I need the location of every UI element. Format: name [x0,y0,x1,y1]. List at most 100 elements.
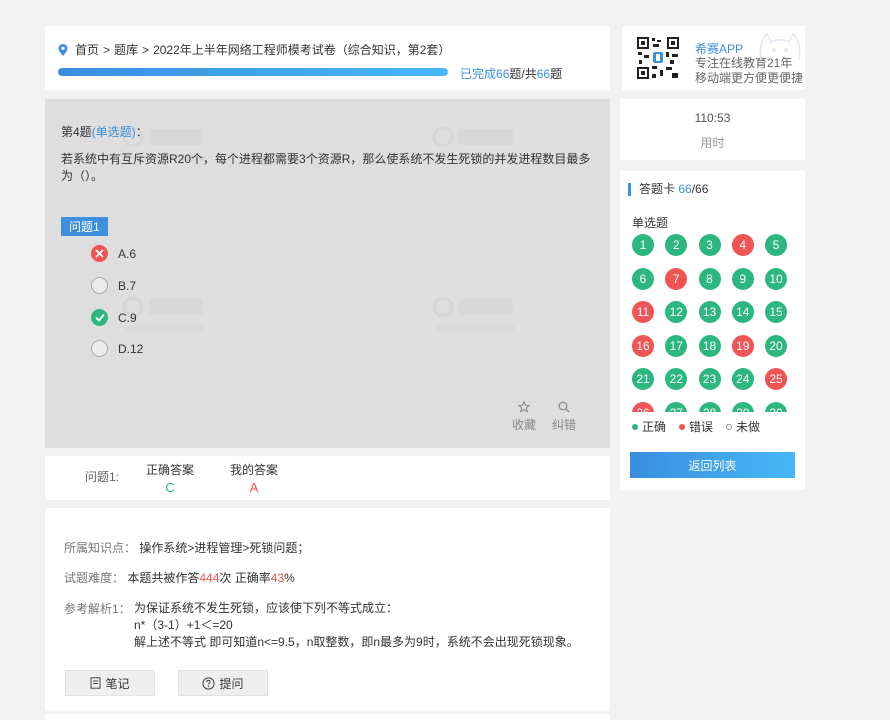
search-icon [558,401,570,413]
question-number-grid: 1 2 3 4 5 6 7 8 9 10 11 12 13 14 15 16 17 18 19 20 21 22 23 24 2… [632,234,802,412]
card-question-6[interactable]: 6 [632,267,654,290]
legend-wrong: 错误 [679,418,713,435]
my-answer-title: 我的答案 [230,463,279,477]
check-mark-icon [91,309,108,326]
question-number: 第4题 [61,125,92,139]
knowledge-key: 所属知识点： [64,541,137,555]
progress-text: 已完成66题/共66题 [460,65,562,82]
my-answer-value: A [249,480,259,495]
ask-button[interactable]: 提问 [178,670,268,696]
app-subtitle-line2: 移动端更方便更便捷 [695,71,804,85]
knowledge-point: 所属知识点： 操作系统>进程管理>死锁问题； [64,539,309,556]
option-d[interactable]: D.12 [91,340,143,357]
card-question-27[interactable]: 27 [665,401,688,412]
card-title-text: 答题卡 [639,182,676,196]
card-question-5[interactable]: 5 [765,234,787,256]
card-question-26[interactable]: 26 [632,401,654,412]
option-a-text: A.6 [118,246,137,261]
card-question-24[interactable]: 24 [731,368,754,390]
difficulty-key: 试题难度： [64,571,125,585]
legend-right: 正确 [632,418,666,435]
progress-bar [58,68,448,76]
note-button[interactable]: 笔记 [65,670,155,696]
question-panel: 第4题(单选题)： 若系统中有互斥资源R20个，每个进程都需要3个资源R，那么使… [45,99,610,448]
progress-prefix: 已完成 [460,67,497,81]
card-question-19[interactable]: 19 [731,334,754,357]
card-question-12[interactable]: 12 [665,301,688,323]
card-question-30[interactable]: 30 [765,401,787,412]
knowledge-value: 操作系统>进程管理>死锁问题； [139,541,310,555]
app-subtitle: 专注在线教育21年 移动端更方便更便捷 [695,56,807,86]
reference-analysis: 参考解析1： [64,600,131,617]
card-section-title: 单选题 [632,216,669,230]
answer-question-label: 问题1: [85,470,120,484]
reference-line: n*（3-1）+1＜=20 [134,618,233,632]
correct-error-button[interactable]: 纠错 [549,401,579,433]
card-total-count: /66 [691,182,709,196]
option-a[interactable]: A.6 [91,245,136,262]
card-question-29[interactable]: 29 [731,401,754,412]
note-button-label: 笔记 [105,676,130,691]
card-question-3[interactable]: 3 [698,234,721,256]
option-c[interactable]: C.9 [91,309,137,326]
option-b[interactable]: B.7 [91,277,136,294]
answer-panel: 问题1: 正确答案 C 我的答案 A [45,456,610,500]
collect-label: 收藏 [511,418,536,432]
option-d-text: D.12 [118,341,144,356]
star-icon [518,401,530,413]
breadcrumb-paper: 2022年上半年网络工程师模考试卷（综合知识，第2套） [153,43,451,57]
card-question-1[interactable]: 1 [632,234,654,256]
card-question-23[interactable]: 23 [698,368,721,390]
breadcrumb-home[interactable]: 首页 [75,41,99,58]
analysis-panel: 所属知识点： 操作系统>进程管理>死锁问题； 试题难度： 本题共被作答444次 … [45,508,610,711]
card-question-28[interactable]: 28 [698,401,721,412]
reference-key: 参考解析1： [64,602,131,616]
breadcrumb-separator: > [103,42,111,57]
question-header: 第4题(单选题)： [61,123,148,140]
question-type: (单选题) [91,125,136,139]
card-question-22[interactable]: 22 [665,368,688,390]
sub-question-label: 问题1 [61,217,108,236]
breadcrumb: 首页 > 题库 > 2022年上半年网络工程师模考试卷（综合知识，第2套） [58,41,454,58]
card-question-4[interactable]: 4 [731,234,754,256]
card-question-7[interactable]: 7 [665,267,688,290]
progress-suffix: 题 [550,67,563,81]
card-question-10[interactable]: 10 [765,267,787,290]
card-question-14[interactable]: 14 [731,301,754,323]
app-title[interactable]: 希赛APP [695,40,743,57]
card-question-21[interactable]: 21 [632,368,654,390]
watermark-logo-icon [432,296,515,331]
reference-line: 解上述不等式 即可知道n<=9.5，n取整数，即n最多为9时，系统不会出现死锁现… [134,635,579,649]
card-question-2[interactable]: 2 [665,234,688,256]
card-question-13[interactable]: 13 [698,301,721,323]
radio-empty-icon [91,277,108,294]
breadcrumb-bank[interactable]: 题库 [114,41,138,58]
mascot-cat-icon [759,32,801,60]
card-question-17[interactable]: 17 [665,334,688,357]
back-to-list-button[interactable]: 返回列表 [630,452,795,478]
correct-answer-value: C [165,480,175,495]
card-question-16[interactable]: 16 [632,334,654,357]
collect-button[interactable]: 收藏 [509,401,539,433]
card-answered-count: 66 [678,182,692,196]
question-text: 若系统中有互斥资源R20个，每个进程都需要3个资源R，那么使系统不发生死锁的并发… [61,152,591,183]
percent-sign: % [284,571,295,585]
card-question-25[interactable]: 25 [765,368,787,390]
correct-answer-title: 正确答案 [146,463,195,477]
my-answer: 我的答案 A [230,461,278,495]
correct-error-label: 纠错 [551,418,576,432]
reference-line: 为保证系统不发生死锁，应该使下列不等式成立： [134,601,399,615]
card-question-18[interactable]: 18 [698,334,721,357]
qr-code-icon [636,36,680,80]
card-question-8[interactable]: 8 [698,267,721,290]
card-question-20[interactable]: 20 [765,334,787,357]
card-question-15[interactable]: 15 [765,301,787,323]
card-question-9[interactable]: 9 [731,267,754,290]
progress-fill [58,68,448,76]
radio-empty-icon [91,340,108,357]
app-promo[interactable]: 希赛APP 专注在线教育21年 移动端更方便更便捷 [622,26,805,90]
progress-mid: 题/共 [509,67,537,81]
progress-total: 66 [536,67,551,81]
correct-answer: 正确答案 C [146,461,194,495]
card-question-11[interactable]: 11 [632,301,654,323]
